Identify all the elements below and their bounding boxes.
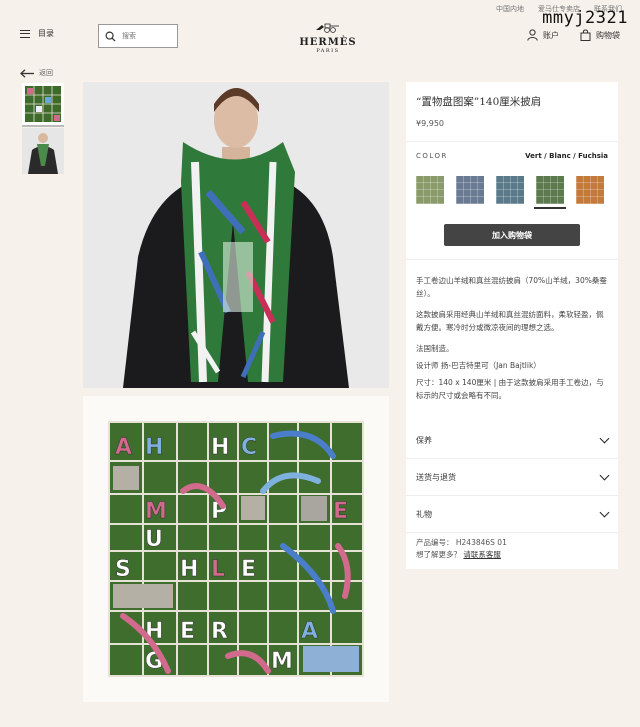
product-panel: “置物盘图案”140厘米披肩 ¥9,950 COLOR Vert / Blanc…: [406, 82, 618, 422]
color-row: COLOR Vert / Blanc / Fuchsia: [406, 142, 618, 160]
color-label: COLOR: [416, 152, 448, 160]
cart-button[interactable]: 购物袋: [580, 29, 620, 41]
description-paragraph: 设计师 扬-巴吉特里可（Jan Bajtlik）: [416, 361, 541, 370]
search-box[interactable]: [98, 24, 178, 48]
product-price: ¥9,950: [416, 119, 444, 128]
svg-text:H: H: [145, 435, 163, 460]
description-paragraph: 尺寸：140 x 140厘米 | 由于这款披肩采用手工卷边，与标示的尺寸或会略有…: [416, 378, 604, 400]
contact-service-link[interactable]: 请联系客服: [463, 550, 501, 559]
cart-label: 购物袋: [596, 30, 620, 40]
svg-text:R: R: [211, 619, 228, 644]
chevron-down-icon: [599, 507, 610, 517]
model-thumbnail-image: [22, 128, 64, 174]
svg-text:A: A: [115, 435, 132, 460]
svg-text:A: A: [301, 619, 318, 644]
color-swatch[interactable]: [456, 176, 484, 204]
thumbnail-model[interactable]: [22, 128, 64, 174]
model-photo-image: [83, 82, 389, 388]
scarf-flat-image: A H H C M P U H L E H E R G M A E S: [108, 421, 364, 677]
carriage-icon: [316, 23, 339, 33]
svg-text:H: H: [180, 557, 198, 582]
accordion-shipping[interactable]: 送货与退货: [406, 459, 618, 496]
accordion-care[interactable]: 保养: [406, 422, 618, 459]
menu-label: 目录: [38, 29, 54, 38]
sku-value: H243846S 01: [455, 538, 507, 547]
back-label: 返回: [39, 69, 53, 77]
account-label: 账户: [543, 30, 559, 40]
menu-button[interactable]: 目录: [20, 28, 54, 39]
color-swatch[interactable]: [496, 176, 524, 204]
svg-text:C: C: [241, 435, 257, 460]
chevron-down-icon: [599, 433, 610, 443]
account-button[interactable]: 账户: [527, 29, 559, 41]
svg-text:M: M: [271, 649, 293, 674]
accordion-gift[interactable]: 礼物: [406, 496, 618, 533]
color-swatch[interactable]: [416, 176, 444, 204]
color-swatch[interactable]: [576, 176, 604, 204]
hamburger-icon: [20, 29, 30, 38]
product-description: 手工卷边山羊绒和真丝混纺披肩（70%山羊绒，30%桑蚕丝）。 这款披肩采用经典山羊…: [406, 259, 618, 422]
add-to-cart-button[interactable]: 加入购物袋: [444, 224, 580, 246]
back-link[interactable]: 返回: [20, 68, 53, 78]
svg-text:M: M: [145, 499, 167, 524]
scarf-thumbnail-image: [22, 83, 64, 125]
site-header: 目录 HERMÈS PARIS 账户 购物袋: [0, 18, 640, 58]
accordion-care-label: 保养: [416, 435, 432, 445]
product-photo-model[interactable]: [83, 82, 389, 388]
product-title: “置物盘图案”140厘米披肩: [416, 96, 542, 108]
product-photo-scarf[interactable]: A H H C M P U H L E H E R G M A E S: [83, 396, 389, 702]
bag-icon: [580, 29, 591, 41]
svg-text:U: U: [145, 527, 163, 552]
logo-city: PARIS: [316, 48, 340, 54]
accordion-gift-label: 礼物: [416, 509, 432, 519]
info-accordion: 保养 送货与退货 礼物 产品编号： H243846S 01 想了解更多？ 请联系…: [406, 422, 618, 569]
logo-brand: HERMÈS: [299, 37, 357, 48]
svg-text:E: E: [333, 499, 348, 524]
user-icon: [527, 29, 538, 41]
accordion-shipping-label: 送货与退货: [416, 472, 456, 482]
color-name: Vert / Blanc / Fuchsia: [525, 152, 608, 160]
description-paragraph: 法国制造。: [416, 344, 454, 353]
description-paragraph: 手工卷边山羊绒和真丝混纺披肩（70%山羊绒，30%桑蚕丝）。: [416, 276, 607, 298]
chevron-down-icon: [599, 470, 610, 480]
more-label: 想了解更多？: [416, 550, 461, 559]
svg-text:E: E: [241, 557, 256, 582]
search-input[interactable]: [122, 32, 172, 40]
region-link[interactable]: 中国内地: [496, 4, 524, 14]
svg-text:S: S: [115, 557, 131, 582]
color-swatch[interactable]: [534, 176, 566, 209]
sku-label: 产品编号：: [416, 538, 454, 547]
svg-text:H: H: [211, 435, 229, 460]
svg-text:E: E: [180, 619, 195, 644]
description-paragraph: 这款披肩采用经典山羊绒和真丝混纺面料，柔软轻盈，佩戴方便。寒冷时分或微凉夜间的理…: [416, 310, 604, 332]
thumbnail-scarf[interactable]: [22, 83, 64, 127]
product-header: “置物盘图案”140厘米披肩 ¥9,950: [406, 82, 618, 142]
svg-text:L: L: [211, 557, 225, 582]
arrow-left-icon: [20, 68, 34, 78]
search-icon: [105, 31, 116, 42]
hermes-logo[interactable]: HERMÈS PARIS: [298, 18, 358, 54]
color-swatches: [406, 160, 618, 210]
product-meta: 产品编号： H243846S 01 想了解更多？ 请联系客服: [406, 533, 618, 569]
